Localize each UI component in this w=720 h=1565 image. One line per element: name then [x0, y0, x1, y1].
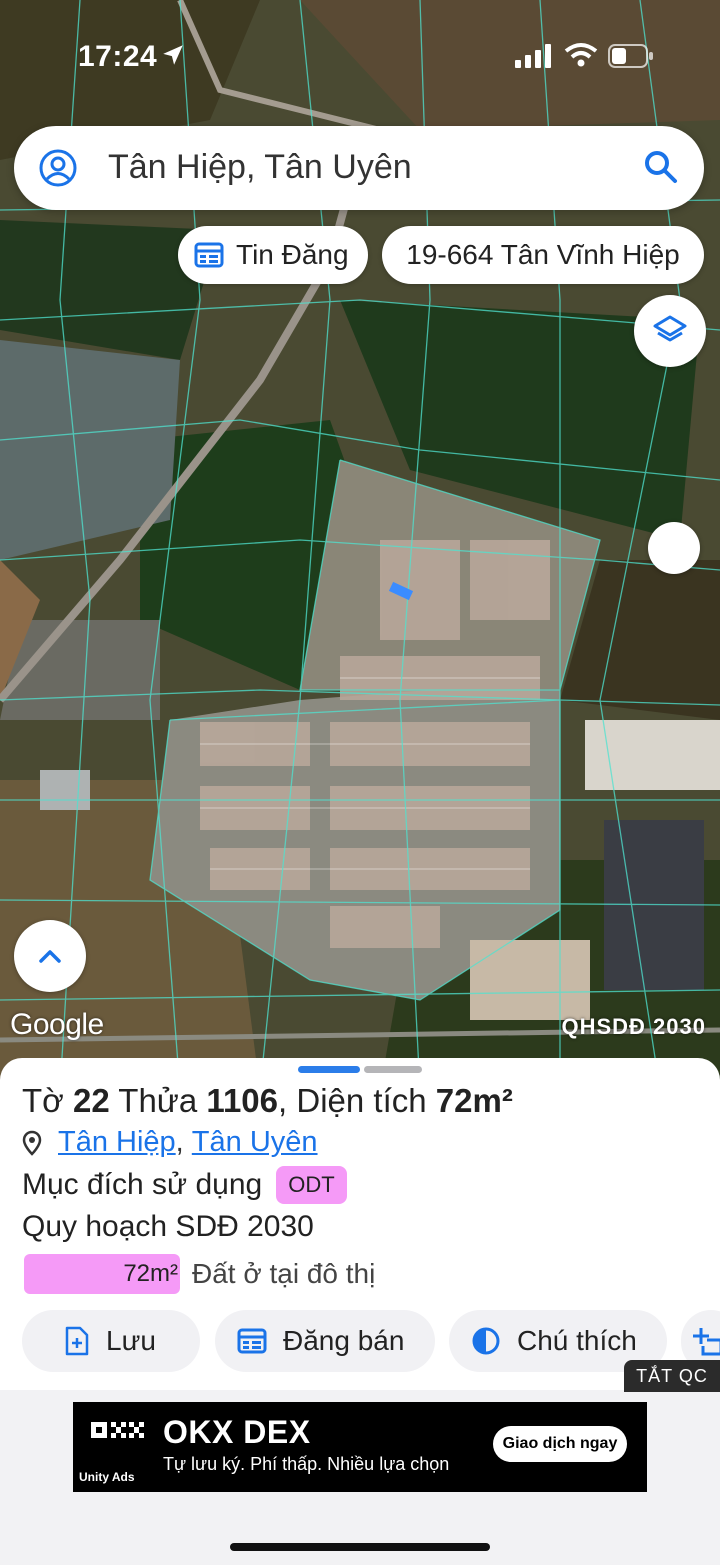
ad-banner[interactable]: OKX DEX Tự lưu ký. Phí thấp. Nhiều lựa c… [73, 1402, 647, 1492]
ad-network-label: Unity Ads [79, 1470, 135, 1484]
wifi-icon [564, 43, 598, 67]
post-sale-button[interactable]: Đăng bán [215, 1310, 435, 1372]
plan-heading: Quy hoạch SDĐ 2030 [22, 1210, 314, 1243]
google-attribution: Google [10, 1008, 104, 1041]
layers-button[interactable] [634, 295, 706, 367]
account-icon[interactable] [38, 148, 78, 188]
ad-brand: OKX DEX [163, 1414, 311, 1450]
sheet-handle[interactable] [364, 1066, 422, 1073]
search-icon[interactable] [642, 148, 680, 186]
listings-chip[interactable]: Tin Đăng [178, 226, 368, 284]
parcel-title: Tờ 22 Thửa 1106, Diện tích 72m² [22, 1082, 513, 1119]
parcel-info-sheet: Tờ 22 Thửa 1106, Diện tích 72m² Tân Hiệp… [0, 1058, 720, 1390]
calendar-list-icon [237, 1328, 267, 1354]
location-pin-icon [22, 1130, 42, 1156]
home-indicator[interactable] [230, 1543, 490, 1551]
search-bar[interactable]: Tân Hiệp, Tân Uyên [14, 126, 704, 210]
land-use-purpose: Mục đích sử dụng ODT [22, 1166, 347, 1204]
calendar-list-icon [194, 242, 224, 268]
battery-icon [608, 44, 653, 68]
ward-link[interactable]: Tân Hiệp [58, 1126, 176, 1159]
search-input[interactable]: Tân Hiệp, Tân Uyên [108, 148, 412, 187]
cellular-signal-icon [515, 44, 551, 68]
expand-up-button[interactable] [14, 920, 86, 992]
okx-logo-icon [91, 1422, 144, 1438]
sheet-handle-active[interactable] [298, 1066, 360, 1073]
plan-area-bar: 72m² [24, 1254, 180, 1294]
contrast-icon [472, 1327, 500, 1355]
add-bookmark-icon [693, 1328, 720, 1356]
listings-chip-label: Tin Đăng [236, 239, 349, 270]
plan-area-row: 72m² Đất ở tại đô thị [24, 1254, 375, 1294]
status-bar: 17:24 [0, 0, 720, 110]
location-arrow-icon [163, 45, 183, 65]
parcel-location: Tân Hiệp, Tân Uyên [22, 1126, 318, 1159]
add-file-icon [65, 1326, 89, 1356]
hide-ads-button[interactable]: TẮT QC [624, 1360, 720, 1392]
ad-cta-button[interactable]: Giao dịch ngay [493, 1426, 627, 1462]
parcel-code-chip[interactable]: 19-664 Tân Vĩnh Hiệp [382, 226, 704, 284]
map-scroll-handle[interactable] [648, 522, 700, 574]
odt-badge: ODT [276, 1166, 347, 1204]
ad-tagline: Tự lưu ký. Phí thấp. Nhiều lựa chọn [163, 1454, 450, 1474]
plan-area-description: Đất ở tại đô thị [192, 1258, 376, 1289]
chevron-up-icon [39, 950, 61, 963]
plan-layer-label: QHSDĐ 2030 [561, 1014, 706, 1039]
status-time: 17:24 [78, 40, 158, 73]
save-button[interactable]: Lưu [22, 1310, 200, 1372]
district-link[interactable]: Tân Uyên [192, 1126, 318, 1159]
layers-icon [653, 315, 687, 342]
parcel-code-label: 19-664 Tân Vĩnh Hiệp [406, 239, 680, 270]
